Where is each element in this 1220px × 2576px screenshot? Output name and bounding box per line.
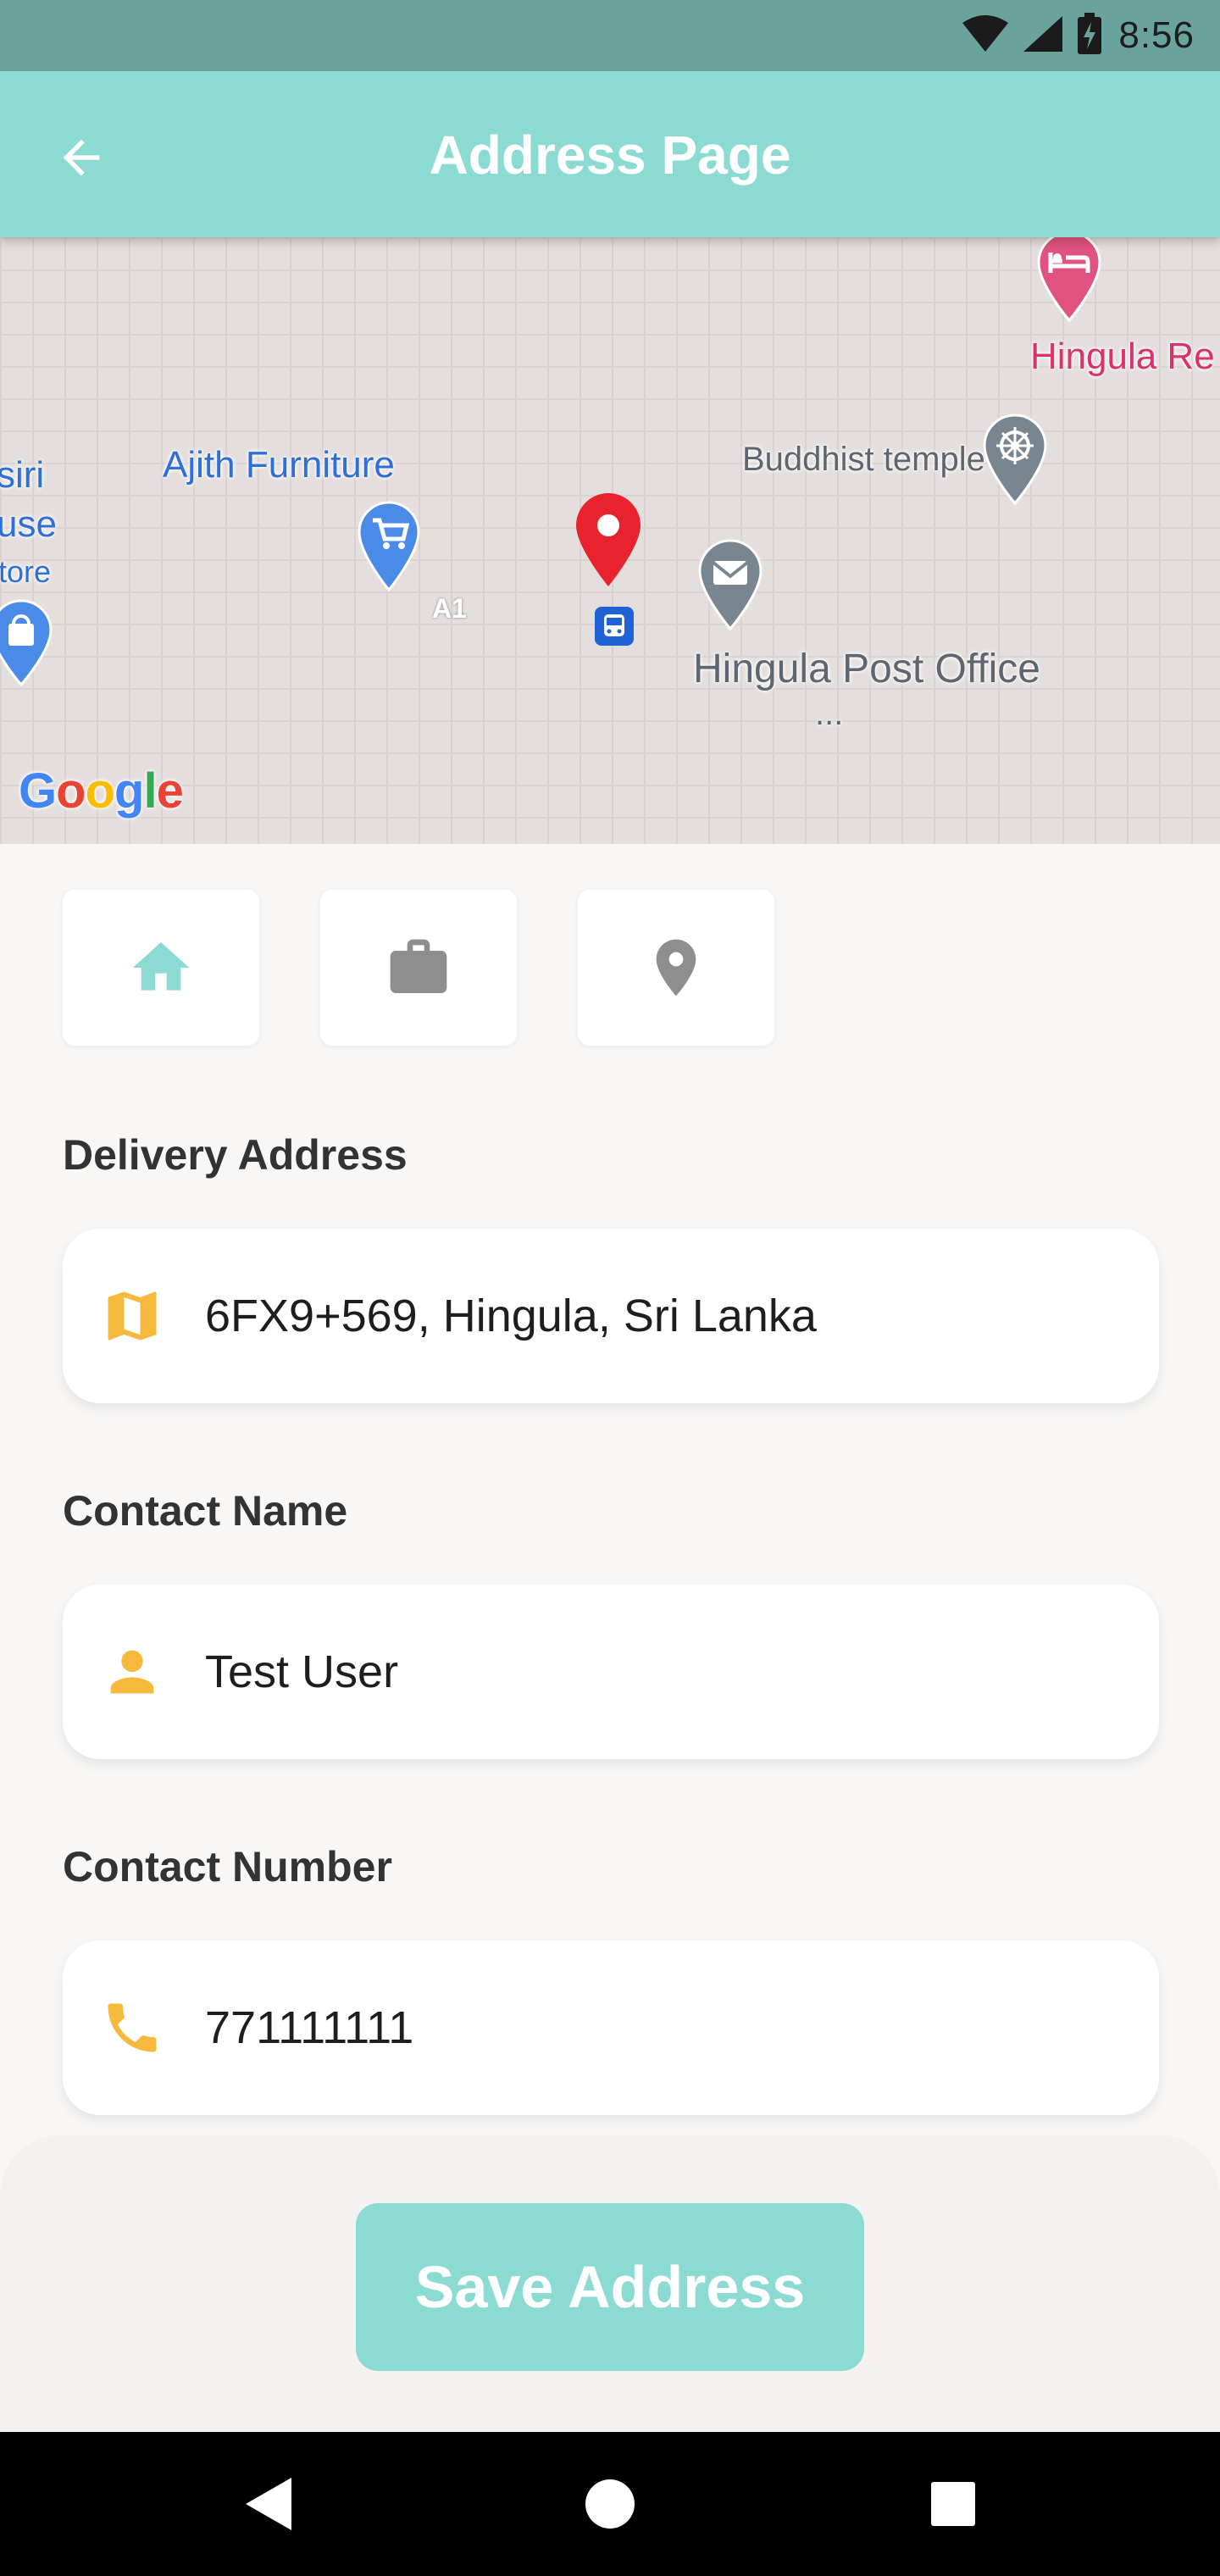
map-label-siri: siri bbox=[0, 454, 45, 496]
app-bar: Address Page bbox=[0, 71, 1220, 237]
system-nav-bar bbox=[0, 2432, 1220, 2576]
map-label-use: use bbox=[0, 503, 57, 545]
phone-icon bbox=[98, 1994, 166, 2062]
map-label-ajith-furniture: Ajith Furniture bbox=[163, 444, 395, 486]
status-icons: 8:56 bbox=[961, 12, 1195, 59]
triangle-back-icon bbox=[246, 2478, 291, 2530]
map-label-tore: tore bbox=[0, 554, 52, 589]
signal-icon bbox=[1022, 14, 1064, 58]
store-pin-icon[interactable] bbox=[0, 598, 54, 691]
location-pin-icon bbox=[656, 939, 696, 997]
save-address-button[interactable]: Save Address bbox=[356, 2203, 864, 2371]
nav-home-button[interactable] bbox=[572, 2466, 648, 2542]
page-title: Address Page bbox=[429, 125, 791, 186]
bus-stop-icon[interactable] bbox=[593, 605, 635, 652]
google-logo: Google bbox=[19, 763, 184, 819]
wifi-icon bbox=[961, 14, 1010, 58]
delivery-address-field[interactable] bbox=[63, 1229, 1159, 1403]
shopping-cart-pin-icon[interactable] bbox=[356, 500, 422, 596]
status-time: 8:56 bbox=[1118, 14, 1195, 56]
square-recents-icon bbox=[931, 2482, 975, 2526]
contact-number-input[interactable] bbox=[205, 2001, 1103, 2054]
delivery-address-label: Delivery Address bbox=[63, 1131, 408, 1179]
address-type-work[interactable] bbox=[320, 890, 517, 1046]
nav-back-button[interactable] bbox=[230, 2466, 307, 2542]
contact-name-label: Contact Name bbox=[63, 1487, 348, 1535]
hotel-pin-icon[interactable] bbox=[1035, 237, 1103, 326]
map-view[interactable]: siri use tore Ajith Furniture Buddhist t… bbox=[0, 237, 1220, 844]
contact-number-label: Contact Number bbox=[63, 1843, 392, 1890]
briefcase-icon bbox=[390, 939, 447, 993]
home-icon bbox=[132, 942, 190, 991]
contact-name-input[interactable] bbox=[205, 1646, 1103, 1698]
status-bar: 8:56 bbox=[0, 0, 1220, 71]
map-label-hingula-re: Hingula Re bbox=[1030, 336, 1215, 377]
map-icon bbox=[98, 1282, 166, 1350]
map-label-a1: A1 bbox=[432, 593, 467, 624]
selected-location-pin-icon[interactable] bbox=[573, 491, 644, 592]
map-label-post-more: ... bbox=[815, 695, 844, 732]
address-type-other[interactable] bbox=[578, 890, 774, 1046]
delivery-address-input[interactable] bbox=[205, 1290, 1103, 1342]
address-type-home[interactable] bbox=[63, 890, 259, 1046]
circle-home-icon bbox=[585, 2479, 635, 2529]
temple-pin-icon[interactable] bbox=[981, 414, 1049, 509]
contact-name-field[interactable] bbox=[63, 1585, 1159, 1759]
battery-icon bbox=[1076, 12, 1103, 60]
map-label-buddhist-temple: Buddhist temple bbox=[742, 441, 985, 478]
contact-number-field[interactable] bbox=[63, 1940, 1159, 2115]
person-icon bbox=[98, 1638, 166, 1706]
map-label-post-office: Hingula Post Office bbox=[693, 647, 1040, 691]
post-office-pin-icon[interactable] bbox=[696, 539, 764, 635]
nav-recents-button[interactable] bbox=[915, 2466, 991, 2542]
